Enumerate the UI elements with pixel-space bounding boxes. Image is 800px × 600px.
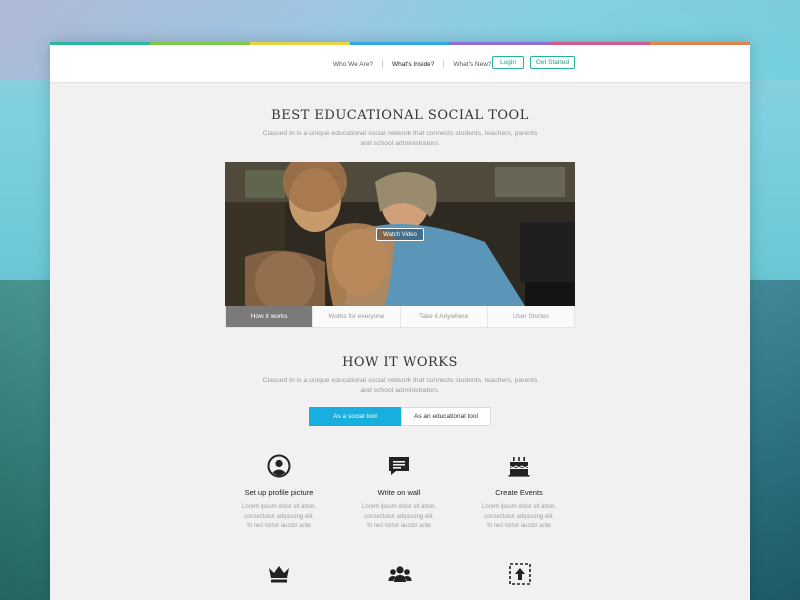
- nav-divider: [381, 59, 383, 69]
- feature-text-line: consectetur adipiscing elit.: [483, 513, 555, 520]
- feature-text-line: In nec tortor auctor ante: [247, 523, 311, 529]
- cake-icon: [508, 457, 530, 477]
- feature-text-line: In nec tortor auctor ante: [367, 523, 431, 529]
- group-icon: [388, 566, 412, 582]
- mode-toggle: As a social tool As an educational tool: [309, 407, 491, 426]
- feature-text: Lorem ipsum dolor sit amet, consectetur …: [464, 503, 574, 532]
- section-title: HOW IT WORKS: [342, 355, 458, 370]
- nav-link-whats-inside[interactable]: What's Inside?: [392, 61, 434, 68]
- feature-title: Create Events: [495, 488, 543, 497]
- feature-text-line: Lorem ipsum dolor sit amet,: [481, 504, 557, 510]
- feature-text-line: In nec tortor auctor ante: [487, 523, 551, 529]
- tab-user-stories[interactable]: User Stories: [488, 306, 574, 327]
- feature-text: Lorem ipsum dolor sit amet, consectetur …: [224, 503, 334, 532]
- watch-video-button[interactable]: Watch Video: [376, 228, 424, 241]
- feature-text-line: consectetur adipiscing elit.: [363, 513, 435, 520]
- section-subtitle-line: and school administrators.: [360, 387, 440, 394]
- hero-subtitle-line: Classed In is a unique educational socia…: [262, 130, 538, 137]
- nav-divider: [443, 59, 445, 69]
- tab-take-it-anywhere[interactable]: Take it Anywhere: [401, 306, 488, 327]
- login-button[interactable]: Login: [492, 56, 524, 69]
- tab-works-for-everyone[interactable]: Works for everyone: [313, 306, 401, 327]
- feature-events: Create Events Lorem ipsum dolor sit amet…: [464, 454, 574, 532]
- video-thumbnail[interactable]: Watch Video: [225, 162, 575, 306]
- crown-icon: [269, 566, 289, 583]
- top-nav: Who We Are? What's Inside? What's New? L…: [50, 45, 750, 83]
- section-subtitle-line: Classed In is a unique educational socia…: [262, 377, 538, 384]
- feature-title: Set up profile picture: [244, 488, 314, 497]
- nav-links: Who We Are? What's Inside? What's New?: [333, 59, 492, 69]
- hero-subtitle-line: and school administrators.: [360, 140, 440, 147]
- feature-text-line: Lorem ipsum dolor sit amet,: [241, 504, 317, 510]
- hero-tabs: How it works Works for everyone Take it …: [225, 306, 575, 328]
- chat-icon: [389, 457, 409, 475]
- tab-how-it-works[interactable]: How it works: [226, 306, 314, 327]
- nav-link-whats-new[interactable]: What's New?: [453, 61, 491, 68]
- profile-icon: [267, 454, 291, 478]
- hero-subtitle: Classed In is a unique educational socia…: [250, 129, 550, 149]
- get-started-button[interactable]: Get Started: [530, 56, 575, 69]
- feature-text: Lorem ipsum dolor sit amet, consectetur …: [344, 503, 454, 532]
- hero-title: BEST EDUCATIONAL SOCIAL TOOL: [271, 108, 529, 123]
- toggle-social-tool[interactable]: As a social tool: [309, 407, 401, 426]
- nav-link-who-we-are[interactable]: Who We Are?: [333, 61, 373, 68]
- upload-icon: [509, 563, 531, 585]
- toggle-educational-tool[interactable]: As an educational tool: [401, 407, 491, 426]
- section-subtitle: Classed In is a unique educational socia…: [250, 376, 550, 396]
- feature-profile: Set up profile picture Lorem ipsum dolor…: [224, 454, 334, 532]
- feature-wall: Write on wall Lorem ipsum dolor sit amet…: [344, 454, 454, 532]
- feature-title: Write on wall: [377, 488, 421, 497]
- feature-text-line: Lorem ipsum dolor sit amet,: [361, 504, 437, 510]
- webpage: Who We Are? What's Inside? What's New? L…: [50, 42, 750, 600]
- feature-text-line: consectetur adipiscing elit.: [243, 513, 315, 520]
